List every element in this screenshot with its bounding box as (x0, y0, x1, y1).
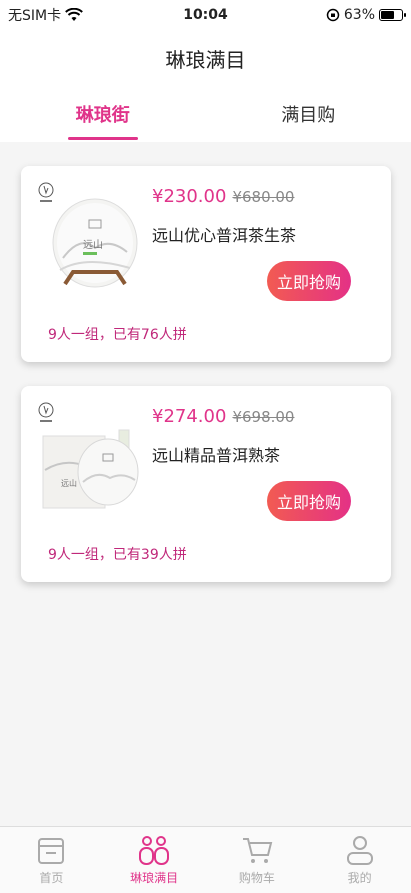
brand-logo-icon (38, 182, 54, 202)
price-row: ¥274.00 ¥698.00 (152, 406, 294, 427)
sale-price: ¥230.00 (152, 186, 227, 207)
brand-logo-icon (38, 402, 54, 422)
tab-bar-cart[interactable]: 购物车 (206, 827, 309, 893)
group-buy-info: 9人一组，已有39人拼 (48, 547, 187, 563)
carrier-label: 无SIM卡 (8, 8, 62, 24)
nav-bar: 琳琅满目 (0, 30, 411, 86)
product-card[interactable]: 远山 ¥230.00 ¥680.00 远山优心普洱茶生茶 立即抢购 9人一组，已… (21, 166, 391, 362)
tab-bar-label: 购物车 (238, 871, 275, 885)
orientation-lock-icon (326, 8, 340, 22)
battery-icon (379, 9, 406, 21)
tab-label: 琳琅街 (75, 105, 130, 126)
svg-text:远山: 远山 (61, 478, 77, 488)
svg-text:远山: 远山 (83, 239, 103, 251)
tab-bar-profile[interactable]: 我的 (308, 827, 411, 893)
tab-bar-label: 首页 (39, 871, 64, 885)
tab-label: 满目购 (281, 105, 336, 126)
tab-strip: 琳琅街 满目购 (0, 86, 411, 142)
original-price: ¥698.00 (232, 408, 295, 426)
profile-icon (346, 836, 373, 865)
product-name: 远山精品普洱熟茶 (152, 446, 281, 465)
product-image: 远山 (38, 402, 139, 509)
buy-now-button[interactable]: 立即抢购 (267, 261, 351, 301)
original-price: ¥680.00 (232, 188, 295, 206)
tab-active-indicator (67, 137, 138, 140)
page-title: 琳琅满目 (165, 47, 246, 72)
product-image: 远山 (38, 182, 138, 288)
product-name: 远山优心普洱茶生茶 (152, 226, 297, 245)
tab-linlangjie[interactable]: 琳琅街 (0, 86, 206, 142)
wifi-icon (65, 8, 83, 21)
home-icon (38, 838, 65, 864)
cart-icon (242, 838, 273, 863)
price-row: ¥230.00 ¥680.00 (152, 186, 294, 207)
tab-bar-home[interactable]: 首页 (0, 827, 103, 893)
bottom-tab-bar: 首页 琳琅满目 购物车 我的 (0, 826, 411, 893)
tab-bar-label: 我的 (347, 871, 372, 885)
product-list: 远山 ¥230.00 ¥680.00 远山优心普洱茶生茶 立即抢购 9人一组，已… (0, 142, 411, 826)
tab-bar-label: 琳琅满目 (130, 871, 179, 885)
product-card[interactable]: 远山 ¥274.00 ¥698.00 远山精品普洱熟茶 立即抢购 9人一组，已有… (21, 386, 391, 582)
tab-manmugou[interactable]: 满目购 (206, 86, 411, 142)
group-buy-info: 9人一组，已有76人拼 (48, 327, 187, 343)
battery-percent: 63% (343, 7, 375, 23)
tab-bar-linlangmanmu[interactable]: 琳琅满目 (103, 827, 206, 893)
sale-price: ¥274.00 (152, 406, 227, 427)
group-icon (139, 836, 170, 865)
buy-now-button[interactable]: 立即抢购 (267, 481, 351, 521)
status-bar: 无SIM卡 10:04 63% (0, 0, 411, 30)
